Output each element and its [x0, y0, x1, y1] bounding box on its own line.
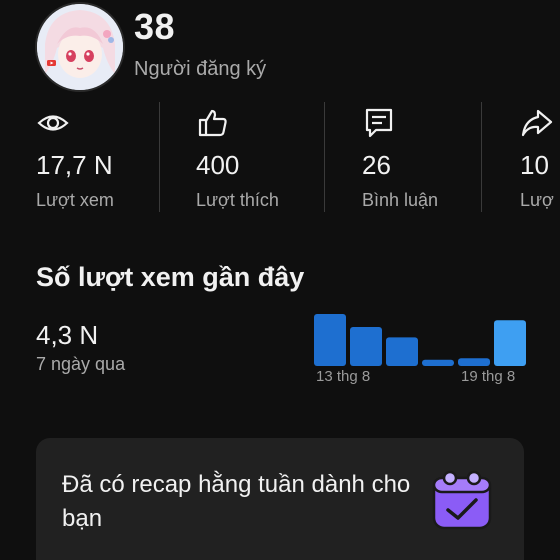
stat-views[interactable]: 17,7 N Lượt xem — [36, 102, 176, 217]
comment-icon — [362, 106, 396, 140]
stat-value: 17,7 N — [36, 150, 113, 180]
channel-avatar[interactable] — [35, 2, 125, 92]
stat-likes[interactable]: 400 Lượt thích — [196, 102, 336, 217]
divider — [481, 102, 482, 212]
chart-bar — [350, 327, 382, 366]
share-icon — [520, 106, 554, 140]
stat-label: Lượ — [520, 190, 554, 210]
divider — [159, 102, 160, 212]
subscriber-count: 38 — [134, 6, 176, 47]
recap-message: Đã có recap hằng tuần dành cho bạn — [62, 471, 411, 532]
recent-views-chart[interactable] — [314, 310, 526, 366]
chart-x-label-start: 13 thg 8 — [316, 368, 371, 385]
chart-bar — [494, 320, 526, 366]
subscriber-label: Người đăng ký — [134, 58, 267, 80]
chart-bar — [386, 337, 418, 366]
stat-value: 10 — [520, 150, 549, 180]
stat-label: Lượt xem — [36, 190, 114, 210]
stat-label: Bình luận — [362, 190, 439, 210]
recent-views-value: 4,3 N — [36, 320, 99, 350]
eye-icon — [36, 106, 70, 140]
weekly-recap-card[interactable]: Đã có recap hằng tuần dành cho bạn — [36, 438, 524, 560]
section-title: Số lượt xem gần đây — [36, 262, 305, 292]
chart-bar — [422, 359, 454, 366]
channel-analytics-screen: 38 Người đăng ký 17,7 N Lượt xem 400 Lượ… — [0, 0, 560, 560]
stat-value: 26 — [362, 150, 391, 180]
chart-bar — [458, 358, 490, 366]
chart-x-label-end: 19 thg 8 — [461, 368, 516, 385]
anime-avatar-image — [37, 4, 123, 90]
stat-shares[interactable]: 10 Lượ — [520, 102, 560, 217]
calendar-check-icon — [430, 466, 496, 532]
recent-views-period: 7 ngày qua — [36, 354, 126, 374]
thumbs-up-icon — [196, 106, 230, 140]
stat-label: Lượt thích — [196, 190, 279, 210]
chart-bar — [314, 314, 346, 366]
stat-value: 400 — [196, 150, 240, 180]
divider — [324, 102, 325, 212]
